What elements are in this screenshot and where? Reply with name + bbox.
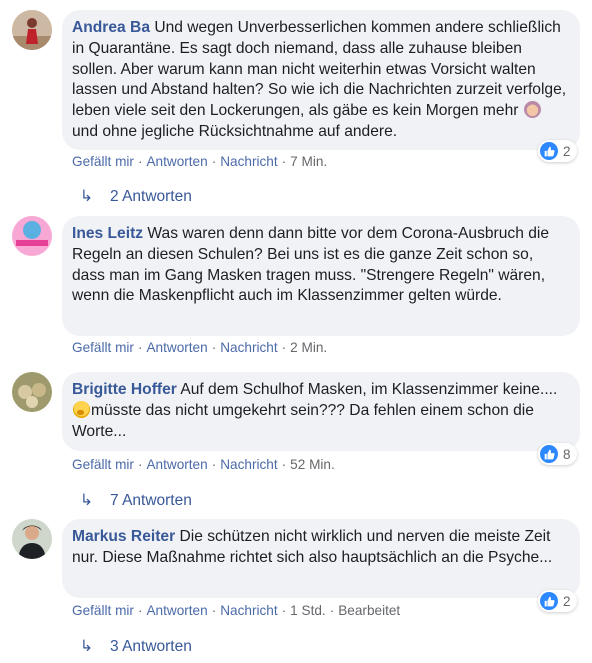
reply-arrow-icon: ↳ xyxy=(80,492,93,509)
reply-button[interactable]: Antworten xyxy=(146,340,207,355)
comment-text: Auf dem Schulhof Masken, im Klassenzimme… xyxy=(180,381,558,398)
like-icon xyxy=(540,445,558,463)
comment-actions: Gefällt mir · Antworten · Nachricht · 52 Min. xyxy=(72,457,335,472)
reaction-count-badge[interactable]: 2 xyxy=(538,590,577,612)
edited-label: Bearbeitet xyxy=(338,603,401,618)
facepalm-emoji xyxy=(523,101,541,119)
thinking-emoji xyxy=(73,400,90,418)
comment-text: Was waren denn dann bitte vor dem Corona… xyxy=(72,225,550,305)
reaction-count-badge[interactable]: 2 xyxy=(538,140,577,162)
like-button[interactable]: Gefällt mir xyxy=(72,154,134,169)
comment-bubble: Brigitte Hoffer Auf dem Schulhof Masken,… xyxy=(62,372,580,451)
replies-count: 7 Antworten xyxy=(110,492,192,509)
like-icon xyxy=(540,142,558,160)
view-replies-link[interactable]: ↳ 3 Antworten xyxy=(80,637,192,656)
reply-button[interactable]: Antworten xyxy=(146,457,207,472)
like-button[interactable]: Gefällt mir xyxy=(72,340,134,355)
reaction-count: 2 xyxy=(563,143,571,159)
avatar[interactable] xyxy=(12,372,52,412)
comment-timestamp[interactable]: 2 Min. xyxy=(290,340,327,355)
like-button[interactable]: Gefällt mir xyxy=(72,457,134,472)
view-replies-link[interactable]: ↳ 7 Antworten xyxy=(80,491,192,510)
comment-text-continued: und ohne jegliche Rücksichtnahme auf and… xyxy=(72,122,398,140)
comment-timestamp[interactable]: 1 Std. xyxy=(290,603,326,618)
reply-button[interactable]: Antworten xyxy=(146,603,207,618)
reply-button[interactable]: Antworten xyxy=(146,154,207,169)
comment-text-continued: müsste das nicht umgekehrt sein??? Da fe… xyxy=(72,401,534,440)
reaction-count-badge[interactable]: 8 xyxy=(538,443,577,465)
reply-arrow-icon: ↳ xyxy=(80,638,93,655)
avatar[interactable] xyxy=(12,10,52,50)
comment-timestamp[interactable]: 7 Min. xyxy=(290,154,327,169)
comment-author[interactable]: Markus Reiter xyxy=(72,528,175,545)
comment-author[interactable]: Ines Leitz xyxy=(72,225,143,242)
reaction-count: 8 xyxy=(563,446,571,462)
comment-bubble: Ines Leitz Was waren denn dann bitte vor… xyxy=(62,216,580,336)
message-button[interactable]: Nachricht xyxy=(220,603,277,618)
reaction-count: 2 xyxy=(563,593,571,609)
comment-actions: Gefällt mir · Antworten · Nachricht · 2 Min. xyxy=(72,340,328,355)
comment-bubble: Markus Reiter Die schützen nicht wirklic… xyxy=(62,519,580,598)
comment-actions: Gefällt mir · Antworten · Nachricht · 7 Min. xyxy=(72,154,328,169)
avatar[interactable] xyxy=(12,519,52,559)
message-button[interactable]: Nachricht xyxy=(220,457,277,472)
comment-author[interactable]: Brigitte Hoffer xyxy=(72,381,177,398)
reply-arrow-icon: ↳ xyxy=(80,188,93,205)
comment-actions: Gefällt mir · Antworten · Nachricht · 1 Std. · B… xyxy=(72,603,401,618)
replies-count: 3 Antworten xyxy=(110,638,192,655)
view-replies-link[interactable]: ↳ 2 Antworten xyxy=(80,187,192,206)
avatar[interactable] xyxy=(12,216,52,256)
comment-bubble: Andrea Ba Und wegen Unverbesserlichen ko… xyxy=(62,10,580,150)
message-button[interactable]: Nachricht xyxy=(220,154,277,169)
replies-count: 2 Antworten xyxy=(110,188,192,205)
like-button[interactable]: Gefällt mir xyxy=(72,603,134,618)
message-button[interactable]: Nachricht xyxy=(220,340,277,355)
like-icon xyxy=(540,592,558,610)
comment-author[interactable]: Andrea Ba xyxy=(72,19,150,36)
comment-timestamp[interactable]: 52 Min. xyxy=(290,457,335,472)
